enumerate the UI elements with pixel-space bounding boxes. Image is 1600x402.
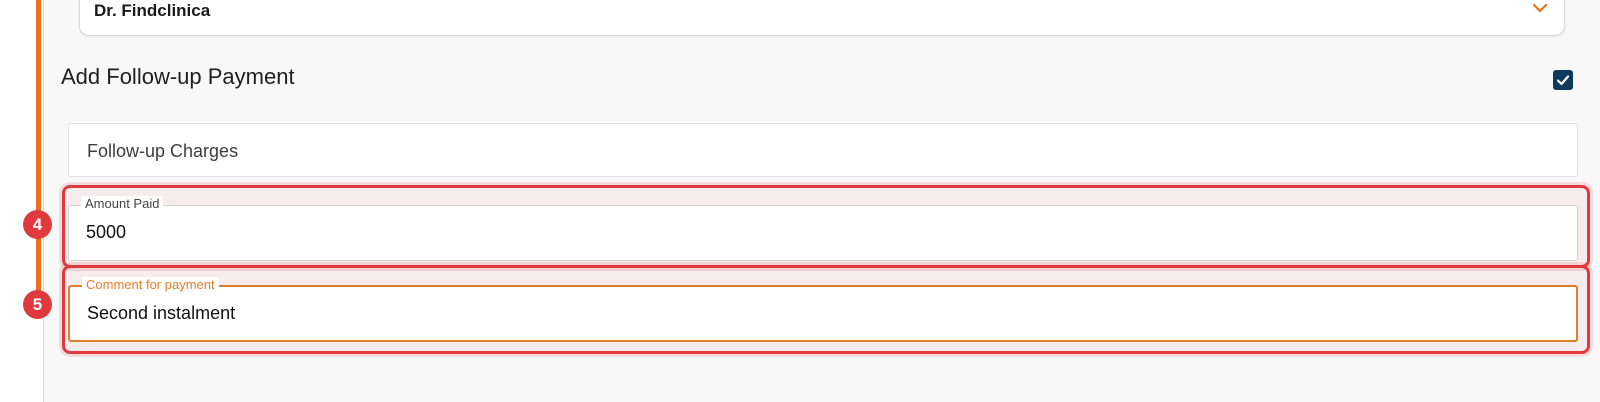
follow-up-charges-field: Follow-up Charges [68, 123, 1578, 177]
follow-up-checkbox[interactable] [1553, 70, 1573, 90]
doctor-select[interactable]: Dr. Findclinica [79, 0, 1565, 36]
amount-paid-field[interactable]: Amount Paid [68, 196, 1578, 261]
chevron-down-icon[interactable] [1532, 1, 1548, 13]
follow-up-title: Add Follow-up Payment [61, 64, 295, 89]
follow-up-charges-label: Follow-up Charges [87, 141, 239, 161]
step-badge-4: 4 [23, 210, 52, 239]
step-progress-line [36, 0, 41, 300]
step-badge-5: 5 [23, 290, 52, 319]
check-icon [1556, 75, 1570, 86]
comment-label: Comment for payment [82, 277, 219, 293]
amount-paid-label: Amount Paid [81, 196, 164, 212]
rail-divider [43, 0, 44, 402]
comment-input[interactable] [87, 303, 1547, 324]
amount-paid-input[interactable] [86, 222, 1546, 243]
comment-field[interactable]: Comment for payment [68, 277, 1578, 342]
doctor-select-value: Dr. Findclinica [94, 1, 211, 20]
